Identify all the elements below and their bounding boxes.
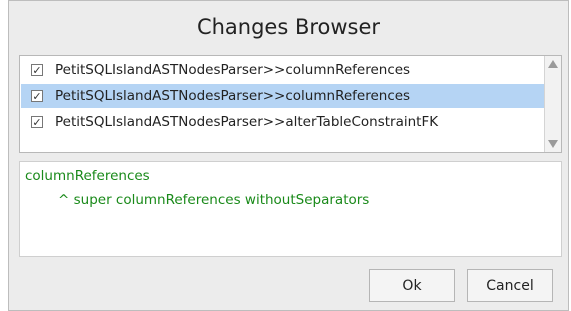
dialog-title: Changes Browser — [196, 15, 381, 39]
code-method-body: ^ super columnReferences withoutSeparato… — [58, 192, 370, 208]
change-checkbox[interactable]: ✓ — [31, 116, 43, 128]
change-checkbox[interactable]: ✓ — [31, 90, 43, 102]
scroll-up-arrow-icon[interactable] — [548, 60, 558, 68]
cancel-button[interactable]: Cancel — [467, 269, 553, 302]
change-item[interactable]: ✓ PetitSQLIslandASTNodesParser>>columnRe… — [21, 58, 545, 82]
changes-browser-dialog: Changes Browser ✓ PetitSQLIslandASTNodes… — [8, 0, 569, 311]
ok-button[interactable]: Ok — [369, 269, 455, 302]
change-item-label: PetitSQLIslandASTNodesParser>>columnRefe… — [55, 88, 411, 104]
change-item-label: PetitSQLIslandASTNodesParser>>alterTable… — [55, 114, 439, 130]
list-scrollbar[interactable] — [544, 56, 561, 152]
change-item-selected[interactable]: ✓ PetitSQLIslandASTNodesParser>>columnRe… — [21, 84, 545, 108]
change-checkbox[interactable]: ✓ — [31, 64, 43, 76]
change-item-label: PetitSQLIslandASTNodesParser>>columnRefe… — [55, 62, 411, 78]
code-preview-pane[interactable]: columnReferences ^ super columnReference… — [19, 161, 562, 257]
change-item[interactable]: ✓ PetitSQLIslandASTNodesParser>>alterTab… — [21, 110, 545, 134]
changes-list[interactable]: ✓ PetitSQLIslandASTNodesParser>>columnRe… — [19, 55, 562, 153]
code-method-name: columnReferences — [25, 168, 150, 184]
scroll-down-arrow-icon[interactable] — [548, 140, 558, 148]
